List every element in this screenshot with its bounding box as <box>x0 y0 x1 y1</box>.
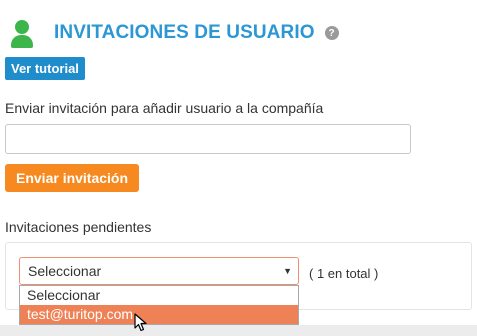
send-invitation-button[interactable]: Enviar invitación <box>5 164 140 192</box>
page-header: INVITACIONES DE USUARIO ? <box>10 18 339 48</box>
invite-label: Enviar invitación para añadir usuario a … <box>5 100 324 116</box>
dropdown-options-list[interactable]: Seleccionar test@turitop.com <box>19 285 299 325</box>
dropdown-arrow-icon: ▼ <box>283 266 292 276</box>
invite-email-input[interactable] <box>5 124 411 154</box>
dropdown-option-seleccionar[interactable]: Seleccionar <box>20 286 298 305</box>
pending-invitations-select[interactable]: Seleccionar ▼ <box>19 257 299 285</box>
pending-invitations-label: Invitaciones pendientes <box>5 219 152 235</box>
tutorial-button[interactable]: Ver tutorial <box>5 57 85 80</box>
pending-count: ( 1 en total ) <box>309 266 379 281</box>
mouse-cursor-icon <box>134 313 147 332</box>
help-icon[interactable]: ? <box>324 26 339 40</box>
select-value: Seleccionar <box>28 263 102 279</box>
user-icon <box>10 18 36 48</box>
page-bottom-strip <box>0 325 477 336</box>
dropdown-option-test-email[interactable]: test@turitop.com <box>20 305 298 324</box>
page-title: INVITACIONES DE USUARIO <box>54 22 315 43</box>
